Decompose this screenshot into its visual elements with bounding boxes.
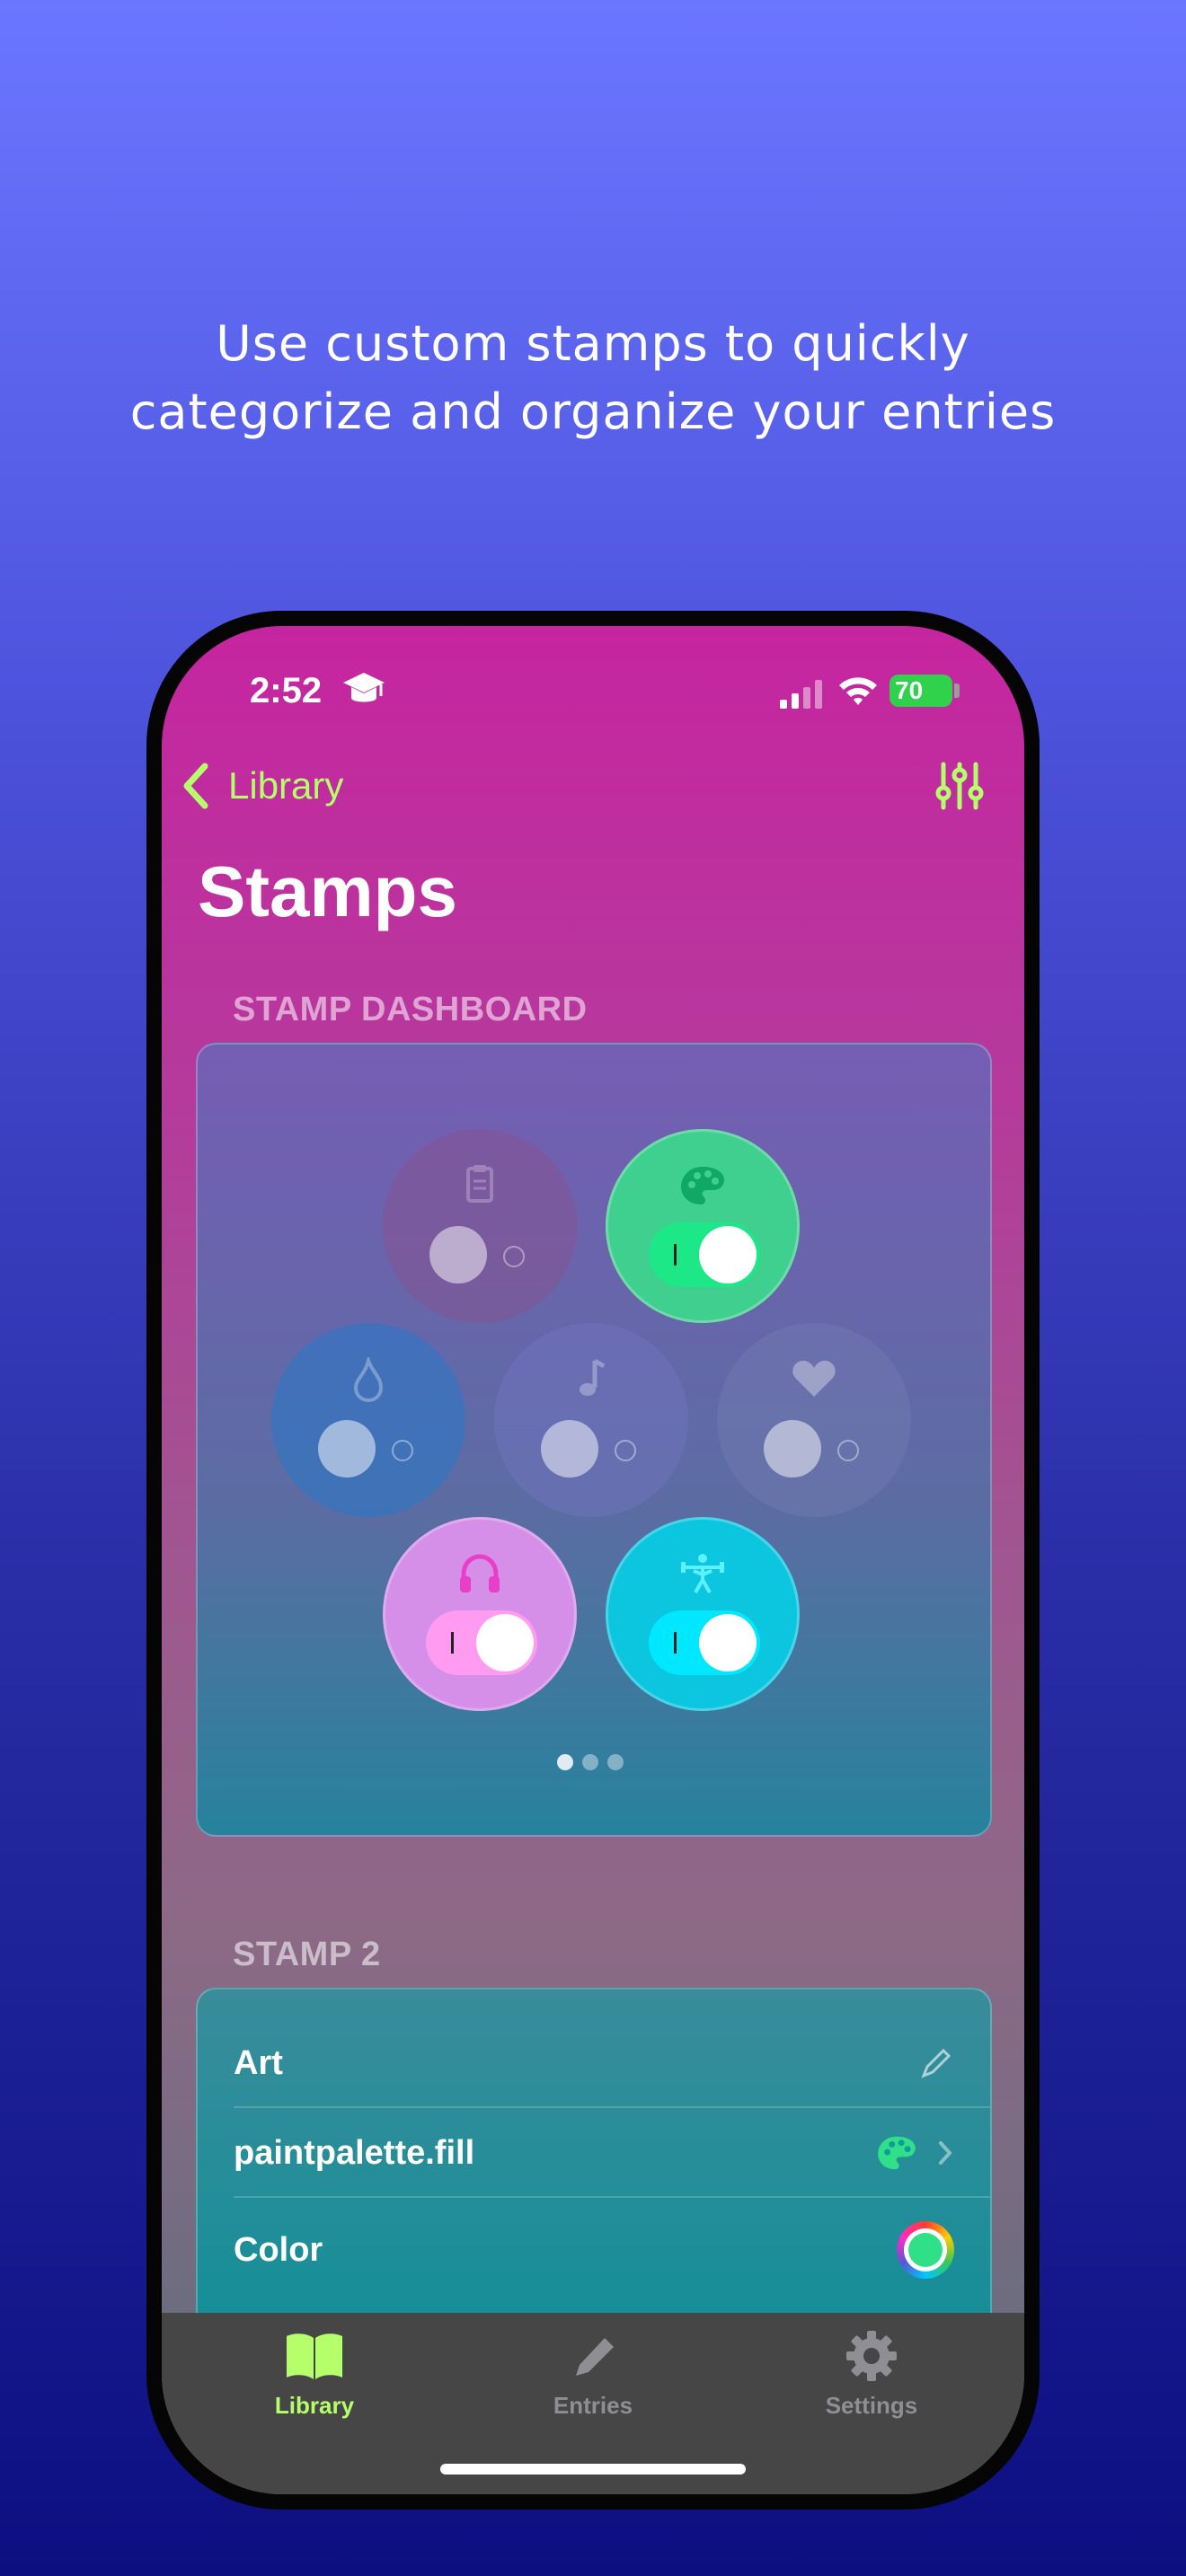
page-dot-2[interactable] — [582, 1754, 598, 1770]
stamp-toggle-flame[interactable] — [314, 1416, 426, 1481]
clipboard-icon — [466, 1165, 493, 1203]
paint-palette-icon — [681, 1167, 724, 1204]
stamp-detail-card: Art paintpalette.fill Color — [196, 1988, 992, 2369]
stamp-dashboard — [196, 1043, 992, 1837]
stamp-bubble-heart[interactable] — [717, 1323, 911, 1517]
tab-library-label: Library — [274, 2392, 355, 2419]
promo-headline: Use custom stamps to quickly categorize … — [0, 310, 1186, 446]
stamp-bubble-headphones[interactable] — [383, 1517, 577, 1711]
tab-entries[interactable]: Entries — [503, 2329, 683, 2420]
stamp-name-row[interactable]: Art — [234, 2018, 990, 2108]
music-note-icon — [580, 1358, 606, 1396]
chevron-right-icon — [939, 2141, 952, 2165]
dashboard-section-label: STAMP DASHBOARD — [233, 991, 588, 1028]
page-title: Stamps — [198, 851, 457, 931]
stamp-section-label: STAMP 2 — [233, 1936, 381, 1973]
sliders-icon[interactable] — [934, 761, 985, 811]
headline-line-2: categorize and organize your entries — [129, 384, 1057, 440]
back-label: Library — [228, 764, 344, 807]
stamp-toggle-music[interactable] — [537, 1416, 649, 1481]
tab-settings-label: Settings — [825, 2392, 918, 2419]
pencil-icon — [576, 2338, 614, 2376]
status-time: 2:52 — [250, 671, 323, 710]
stamp-toggle-heart[interactable] — [760, 1416, 872, 1481]
stamp-name: Art — [234, 2043, 283, 2082]
cellular-signal-icon — [780, 680, 822, 709]
stamp-toggle-headphones[interactable] — [426, 1610, 537, 1675]
stamp-bubble-clipboard[interactable] — [383, 1129, 577, 1323]
tab-library[interactable]: Library — [225, 2329, 404, 2420]
tab-settings[interactable]: Settings — [782, 2329, 961, 2420]
paint-palette-icon — [878, 2136, 916, 2170]
stamp-bubble-palette[interactable] — [606, 1129, 800, 1323]
page-indicator[interactable] — [557, 1754, 624, 1770]
gear-icon — [846, 2331, 897, 2381]
edit-pencil-icon[interactable] — [918, 2045, 954, 2081]
color-well[interactable] — [897, 2221, 954, 2279]
graduation-cap-icon — [343, 673, 385, 702]
heart-icon — [792, 1361, 836, 1397]
weightlifting-icon — [681, 1554, 724, 1593]
stamp-toggle-clipboard[interactable] — [426, 1222, 537, 1287]
flame-icon — [353, 1357, 384, 1402]
stamp-symbol-row[interactable]: paintpalette.fill — [234, 2108, 990, 2198]
page-dot-1[interactable] — [557, 1754, 573, 1770]
tab-entries-label: Entries — [553, 2392, 633, 2419]
battery-cap — [954, 684, 960, 698]
stamp-bubble-flame[interactable] — [271, 1323, 465, 1517]
chevron-left-icon — [183, 763, 208, 809]
stamp-symbol: paintpalette.fill — [234, 2133, 475, 2172]
home-indicator — [440, 2464, 746, 2475]
stamp-bubble-music[interactable] — [494, 1323, 688, 1517]
back-button[interactable]: Library — [180, 761, 343, 811]
book-icon — [287, 2333, 342, 2379]
headphones-icon — [460, 1554, 500, 1592]
wifi-icon — [839, 677, 877, 705]
stamp-color-row[interactable]: Color — [234, 2205, 954, 2295]
stamp-toggle-fitness[interactable] — [649, 1610, 760, 1675]
stamp-toggle-palette[interactable] — [649, 1222, 760, 1287]
app-screen: 2:52 70 Library Stamps STAMP DASHBOARD S… — [162, 626, 1024, 2494]
color-label: Color — [234, 2230, 323, 2269]
headline-line-1: Use custom stamps to quickly — [216, 315, 970, 372]
stamp-bubble-fitness[interactable] — [606, 1517, 800, 1711]
page-dot-3[interactable] — [607, 1754, 624, 1770]
battery-level: 70 — [895, 676, 924, 704]
battery-indicator: 70 — [890, 675, 952, 707]
